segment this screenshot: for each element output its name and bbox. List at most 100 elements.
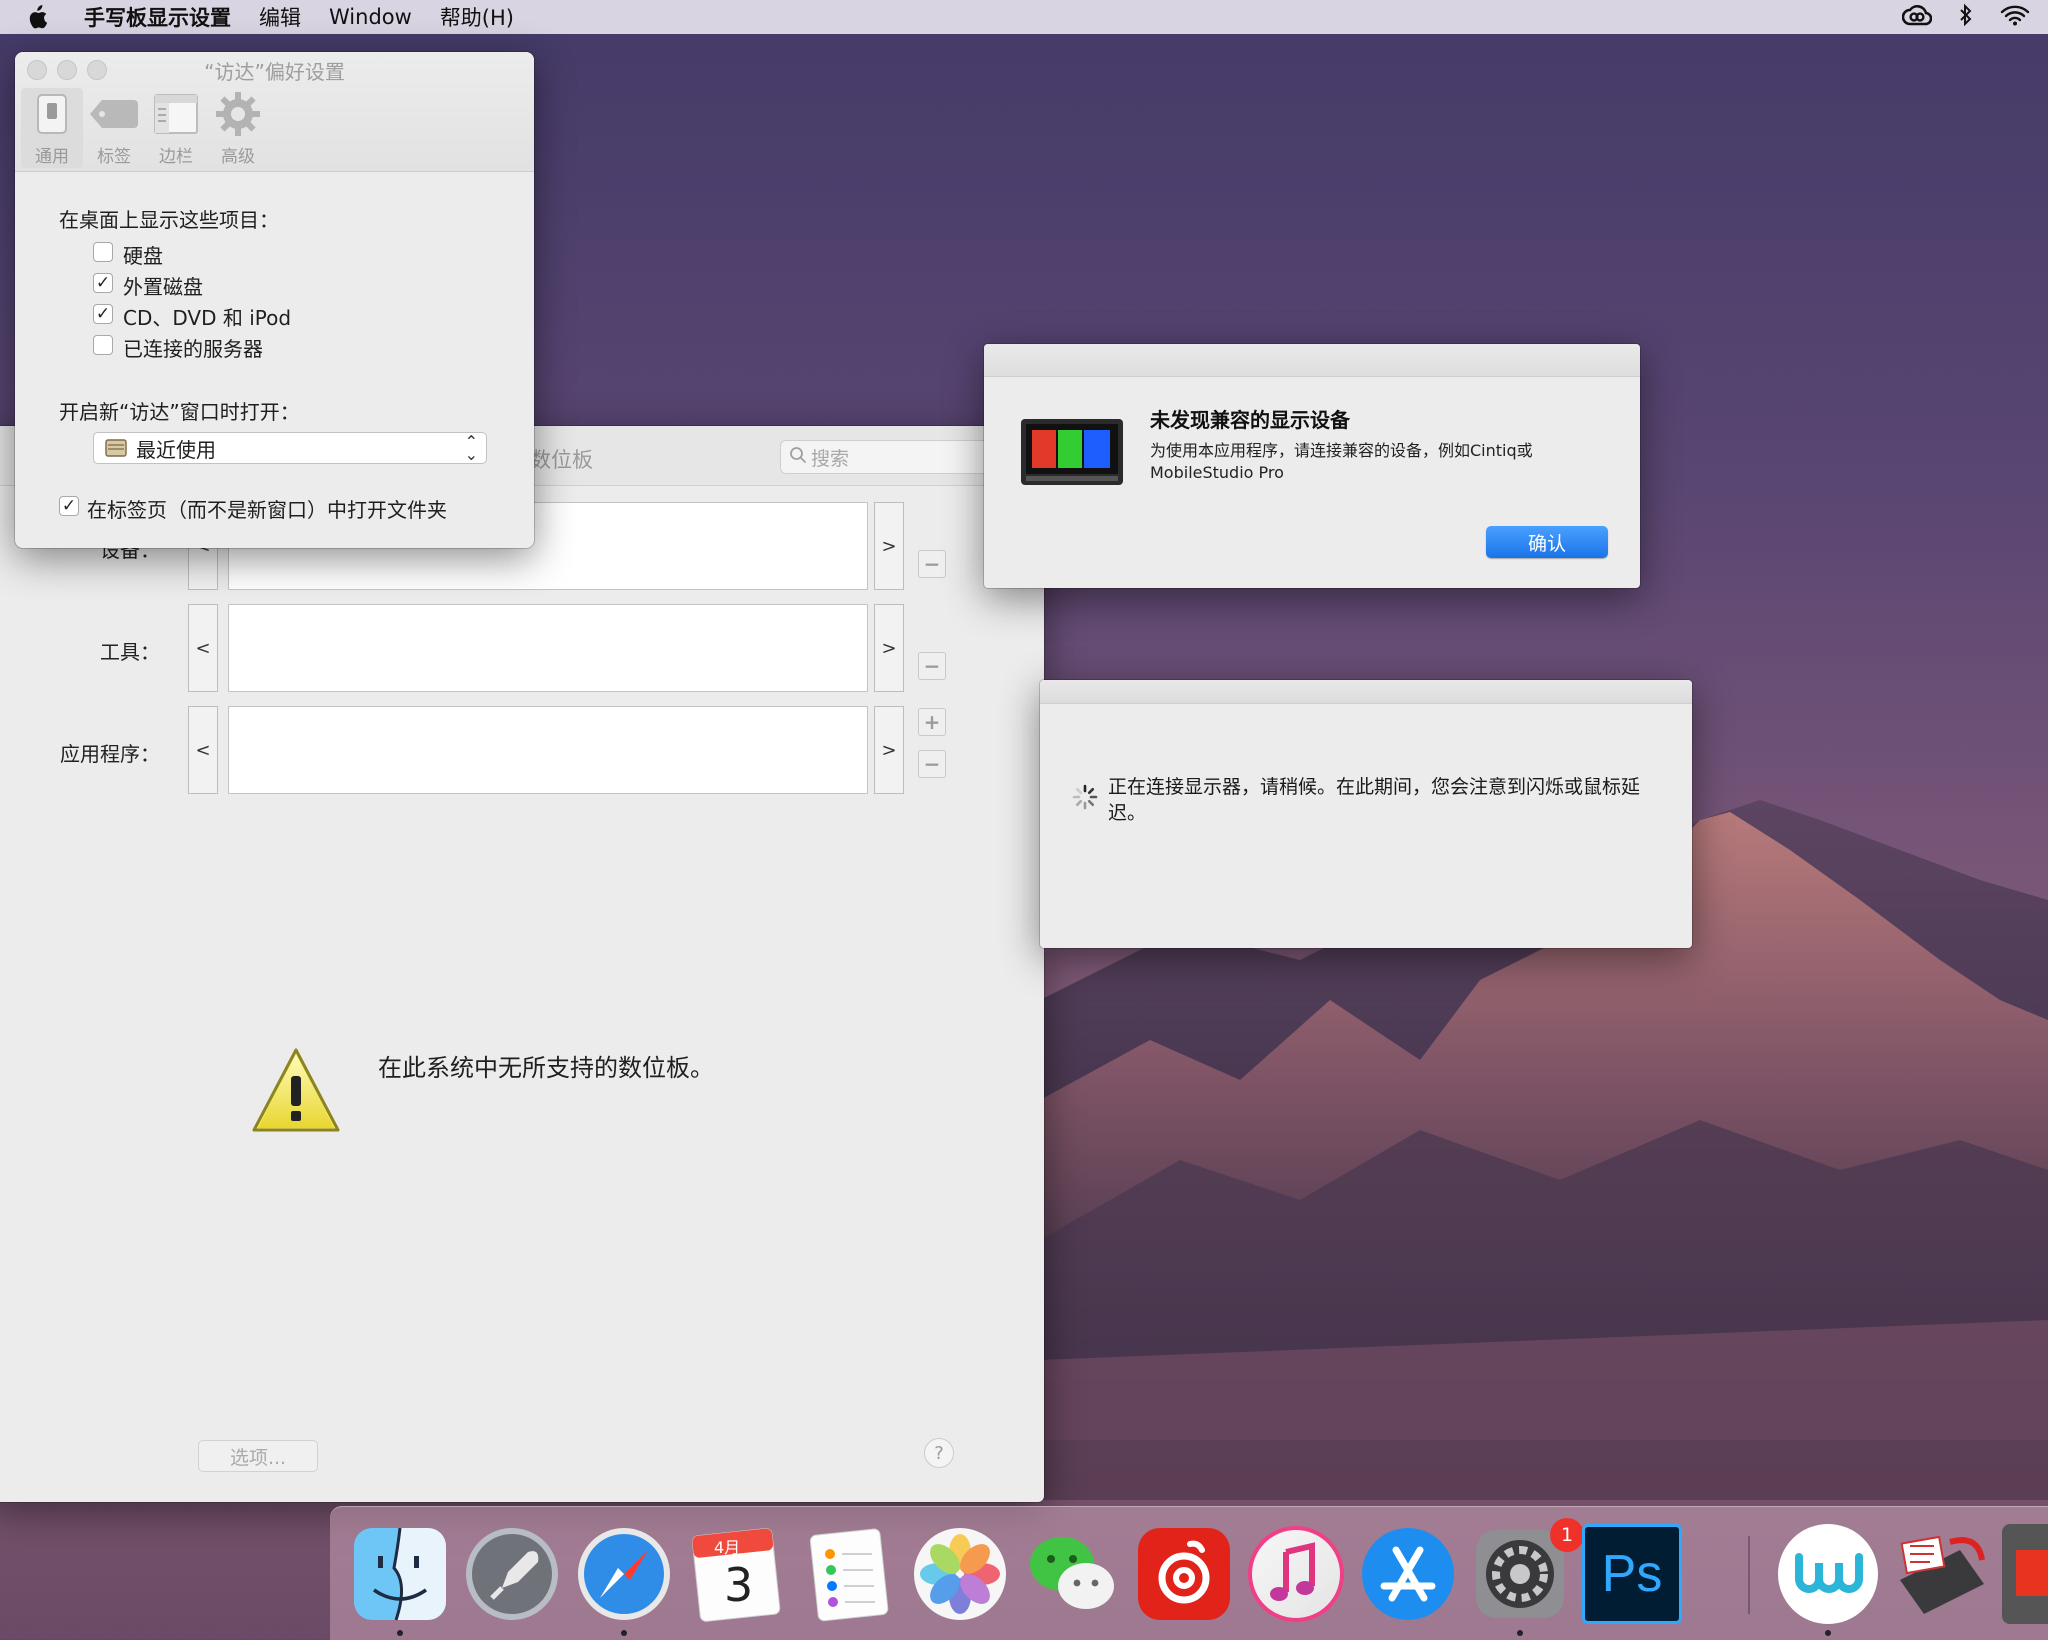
search-placeholder: 搜索 — [811, 447, 850, 470]
netease-music-icon — [1138, 1528, 1230, 1620]
tablet-utility-icon — [1900, 1535, 1985, 1614]
menu-window[interactable]: Window — [329, 5, 412, 29]
dock-wacom[interactable] — [1778, 1524, 1878, 1624]
creative-cloud-icon[interactable] — [1901, 4, 1933, 31]
wifi-icon[interactable] — [2000, 4, 2030, 31]
calendar-month: 4月 — [714, 1538, 741, 1557]
spinner-icon — [1072, 784, 1098, 815]
tool-remove-button[interactable]: − — [918, 652, 946, 680]
checkbox-open-in-tabs-label: 在标签页（而不是新窗口）中打开文件夹 — [87, 498, 447, 522]
dock-safari[interactable] — [574, 1524, 674, 1624]
checkbox-open-in-tabs[interactable]: ✓ — [59, 496, 79, 516]
no-tablet-message: 在此系统中无所支持的数位板。 — [378, 1054, 714, 1082]
tablet-window-title: 数位板 — [530, 448, 593, 472]
alert-message: 为使用本应用程序，请连接兼容的设备，例如Cintiq或MobileStudio … — [1150, 441, 1533, 482]
checkbox-external-disks[interactable]: ✓ — [93, 273, 113, 293]
sidebar-icon — [145, 88, 207, 140]
connecting-message: 正在连接显示器，请稍候。在此期间，您会注意到闪烁或鼠标延迟。 — [1108, 776, 1641, 824]
device-remove-button[interactable]: − — [918, 550, 946, 578]
app-store-icon — [1362, 1528, 1454, 1620]
menu-help[interactable]: 帮助(H) — [440, 2, 514, 32]
tab-sidebar[interactable]: 边栏 — [145, 88, 207, 167]
tab-advanced[interactable]: 高级 — [207, 88, 269, 167]
alert-title: 未发现兼容的显示设备 — [1150, 408, 1350, 432]
application-label: 应用程序： — [60, 742, 160, 766]
application-prev-button[interactable]: < — [188, 706, 218, 794]
menu-edit[interactable]: 编辑 — [259, 2, 301, 32]
dock-calendar[interactable]: 4月 3 — [686, 1524, 786, 1624]
help-button[interactable]: ? — [924, 1438, 954, 1468]
finder-running-indicator — [397, 1630, 403, 1636]
system-preferences-badge: 1 — [1550, 1518, 1584, 1552]
finder-icon — [354, 1527, 446, 1621]
tab-tags-label: 标签 — [97, 147, 131, 167]
confirm-button[interactable]: 确认 — [1486, 526, 1608, 558]
checkmark-icon: ✓ — [95, 303, 111, 324]
alert-titlebar — [984, 344, 1640, 377]
search-icon — [789, 446, 807, 469]
dock-finder[interactable] — [350, 1524, 450, 1624]
dock-itunes[interactable] — [1246, 1524, 1346, 1624]
music-icon — [1248, 1526, 1344, 1622]
dock-reminders[interactable] — [798, 1524, 898, 1624]
red-square-icon — [2016, 1550, 2048, 1596]
checkbox-cd-dvd-ipod-label: CD、DVD 和 iPod — [123, 306, 292, 330]
application-list[interactable] — [228, 706, 868, 794]
dock-partial-app[interactable] — [2002, 1524, 2048, 1624]
options-button[interactable]: 选项... — [198, 1440, 318, 1472]
checkbox-hard-disks[interactable] — [93, 242, 113, 262]
menu-app-name[interactable]: 手写板显示设置 — [84, 2, 231, 32]
dock-netease-music[interactable] — [1134, 1524, 1234, 1624]
tool-next-button[interactable]: > — [874, 604, 904, 692]
tablet-preferences-window: 数位板 搜索 设备： < > − 工具： < > − 应用程序： < > + −… — [0, 426, 1044, 1502]
reminders-icon — [809, 1528, 889, 1622]
finder-toolbar: “访达”偏好设置 通用 标签 边栏 高级 — [15, 52, 534, 172]
tab-tags[interactable]: 标签 — [83, 88, 145, 167]
wechat-icon — [1030, 1537, 1114, 1609]
apple-menu-icon[interactable] — [26, 5, 66, 29]
checkbox-connected-servers[interactable] — [93, 335, 113, 355]
connecting-display-dialog: 正在连接显示器，请稍候。在此期间，您会注意到闪烁或鼠标延迟。 — [1040, 680, 1692, 948]
application-next-button[interactable]: > — [874, 706, 904, 794]
checkmark-icon: ✓ — [95, 272, 111, 293]
tool-prev-button[interactable]: < — [188, 604, 218, 692]
safari-icon — [578, 1528, 670, 1620]
chevron-updown-icon: ⌃ ⌄ — [464, 432, 478, 464]
display-monitor-icon — [1020, 418, 1124, 491]
dock-photoshop[interactable]: Ps — [1582, 1524, 1682, 1624]
checkbox-hard-disks-label: 硬盘 — [123, 244, 163, 268]
new-window-heading: 开启新“访达”窗口时打开： — [59, 400, 300, 424]
checkmark-icon: ✓ — [61, 495, 77, 516]
dock: 4月 3 1 Ps — [330, 1506, 2048, 1640]
tab-general[interactable]: 通用 — [21, 88, 83, 168]
finder-window-title: “访达”偏好设置 — [204, 60, 345, 84]
tab-advanced-label: 高级 — [221, 147, 255, 167]
checkbox-connected-servers-label: 已连接的服务器 — [123, 337, 263, 361]
connecting-titlebar — [1040, 680, 1692, 704]
bluetooth-icon[interactable] — [1958, 3, 1974, 32]
dock-tablet-utility[interactable] — [1890, 1524, 1990, 1624]
dock-app-store[interactable] — [1358, 1524, 1458, 1624]
tool-label: 工具： — [100, 640, 160, 664]
launchpad-icon — [466, 1528, 558, 1620]
new-window-target-value: 最近使用 — [136, 437, 216, 462]
tab-general-label: 通用 — [35, 147, 69, 167]
wacom-icon — [1795, 1553, 1863, 1593]
photos-icon — [914, 1528, 1006, 1620]
application-remove-button[interactable]: − — [918, 750, 946, 778]
desktop-items-heading: 在桌面上显示这些项目： — [59, 208, 279, 232]
new-window-target-popup[interactable]: 最近使用 ⌃ ⌄ — [93, 432, 487, 464]
tag-icon — [83, 88, 145, 140]
tab-sidebar-label: 边栏 — [159, 147, 193, 167]
dock-wechat[interactable] — [1022, 1524, 1122, 1624]
safari-running-indicator — [621, 1630, 627, 1636]
checkbox-cd-dvd-ipod[interactable]: ✓ — [93, 304, 113, 324]
dock-launchpad[interactable] — [462, 1524, 562, 1624]
dock-photos[interactable] — [910, 1524, 1010, 1624]
switch-icon — [21, 88, 83, 140]
warning-icon — [250, 1046, 342, 1143]
application-add-button[interactable]: + — [918, 708, 946, 736]
device-next-button[interactable]: > — [874, 502, 904, 590]
tool-list[interactable] — [228, 604, 868, 692]
gear-icon — [207, 88, 269, 140]
